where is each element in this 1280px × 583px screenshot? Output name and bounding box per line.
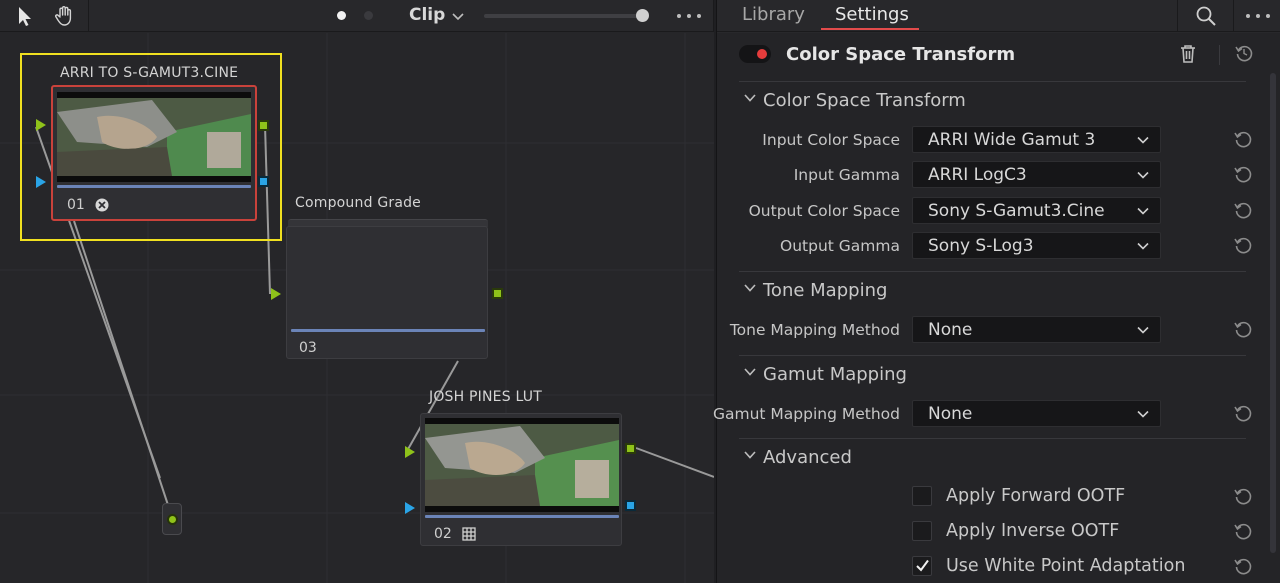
more-icon[interactable]	[674, 8, 704, 24]
output-gamma-dropdown[interactable]: Sony S-Log3	[912, 232, 1161, 259]
apply-inverse-ootf-checkbox[interactable]	[912, 521, 932, 541]
input-color-space-label: Input Color Space	[762, 131, 900, 149]
node-editor[interactable]: Clip ARRI TO S-GAMUT3.CINE 01 Compound G…	[0, 0, 714, 583]
zoom-slider[interactable]	[484, 14, 642, 18]
reset-all-icon[interactable]	[1234, 43, 1254, 63]
reset-icon[interactable]	[1233, 164, 1253, 184]
reset-icon[interactable]	[1233, 129, 1253, 149]
node-number: 02	[434, 526, 452, 542]
chevron-down-icon	[744, 368, 756, 376]
tone-mapping-method-label: Tone Mapping Method	[729, 321, 900, 339]
effect-header: Color Space Transform	[717, 33, 1280, 81]
reset-icon[interactable]	[1233, 235, 1253, 255]
output-color-space-dropdown[interactable]: Sony S-Gamut3.Cine	[912, 197, 1161, 224]
chevron-down-icon	[1137, 136, 1149, 144]
reset-icon[interactable]	[1233, 486, 1253, 506]
zoom-slider-handle[interactable]	[636, 9, 649, 22]
trash-icon[interactable]	[1179, 44, 1197, 64]
panel-tab-bar: Library Settings	[717, 0, 1280, 32]
node-output-port[interactable]	[258, 120, 269, 131]
more-icon[interactable]	[1243, 8, 1273, 24]
node-output-port[interactable]	[625, 443, 636, 454]
input-gamma-dropdown[interactable]: ARRI LogC3	[912, 161, 1161, 188]
pointer-icon[interactable]	[12, 4, 36, 28]
reset-icon[interactable]	[1233, 319, 1253, 339]
settings-scrollbar[interactable]	[1270, 73, 1276, 553]
active-tab-indicator	[821, 28, 919, 30]
node-02[interactable]: 02	[420, 413, 622, 546]
chevron-down-icon	[1137, 242, 1149, 250]
chevron-down-icon	[744, 451, 756, 459]
chevron-down-icon	[1137, 207, 1149, 215]
apply-forward-ootf-label: Apply Forward OOTF	[946, 486, 1126, 506]
chevron-down-icon	[1137, 410, 1149, 418]
page-dot-active[interactable]	[337, 11, 346, 20]
node-number: 01	[67, 197, 85, 213]
node-key-input-port[interactable]	[405, 502, 415, 514]
node-key-output-port[interactable]	[625, 500, 636, 511]
settings-panel: Library Settings Color Space Transform C…	[713, 0, 1280, 583]
node-label: Compound Grade	[295, 195, 421, 211]
section-color-space-transform[interactable]: Color Space Transform	[743, 90, 966, 111]
effect-title: Color Space Transform	[786, 44, 1016, 65]
section-tone-mapping[interactable]: Tone Mapping	[743, 280, 887, 301]
node-01[interactable]: ARRI TO S-GAMUT3.CINE 01	[20, 53, 282, 241]
input-gamma-label: Input Gamma	[793, 166, 900, 184]
chevron-down-icon	[744, 284, 756, 292]
input-color-space-dropdown[interactable]: ARRI Wide Gamut 3	[912, 126, 1161, 153]
reset-icon[interactable]	[1233, 200, 1253, 220]
chevron-down-icon	[744, 94, 756, 102]
reset-icon[interactable]	[1233, 521, 1253, 541]
node-thumbnail	[425, 418, 619, 512]
node-key-input-port[interactable]	[36, 176, 46, 188]
hand-icon[interactable]	[52, 4, 76, 28]
node-label: ARRI TO S-GAMUT3.CINE	[60, 65, 239, 81]
lut-grid-icon	[462, 527, 476, 541]
node-toolbar: Clip	[0, 0, 714, 32]
effect-enable-toggle[interactable]	[739, 45, 771, 63]
settings-body: Color Space Transform Color Space Transf…	[713, 33, 1280, 583]
checkmark-icon	[916, 559, 929, 572]
node-number: 03	[299, 340, 317, 356]
use-white-point-adaptation-checkbox[interactable]	[912, 556, 932, 576]
fx-badge-icon	[95, 198, 109, 212]
section-gamut-mapping[interactable]: Gamut Mapping	[743, 364, 907, 385]
page-dot[interactable]	[364, 11, 373, 20]
clip-mode-label[interactable]: Clip	[409, 5, 445, 25]
node-input-port[interactable]	[36, 119, 46, 131]
node-output-port[interactable]	[492, 288, 503, 299]
gamut-mapping-method-dropdown[interactable]: None	[912, 400, 1161, 427]
node-label: JOSH PINES LUT	[429, 389, 542, 405]
reset-icon[interactable]	[1233, 556, 1253, 576]
tab-settings[interactable]: Settings	[835, 4, 909, 25]
output-gamma-label: Output Gamma	[780, 237, 900, 255]
tone-mapping-method-dropdown[interactable]: None	[912, 316, 1161, 343]
node-thumbnail	[57, 92, 251, 182]
node-03[interactable]: 03	[286, 226, 488, 359]
apply-inverse-ootf-label: Apply Inverse OOTF	[946, 521, 1120, 541]
apply-forward-ootf-checkbox[interactable]	[912, 486, 932, 506]
output-color-space-label: Output Color Space	[748, 202, 900, 220]
output-connector-port[interactable]	[167, 514, 178, 525]
use-white-point-adaptation-label: Use White Point Adaptation	[946, 556, 1186, 576]
node-graph-canvas[interactable]: ARRI TO S-GAMUT3.CINE 01 Compound Grade …	[0, 33, 714, 583]
node-key-output-port[interactable]	[258, 176, 269, 187]
reset-icon[interactable]	[1233, 403, 1253, 423]
search-icon[interactable]	[1195, 5, 1217, 27]
node-input-port[interactable]	[405, 446, 415, 458]
chevron-down-icon	[1137, 171, 1149, 179]
gamut-mapping-method-label: Gamut Mapping Method	[712, 405, 900, 423]
node-body[interactable]: 01	[51, 85, 257, 221]
output-connector[interactable]	[162, 503, 182, 535]
section-advanced[interactable]: Advanced	[743, 447, 852, 468]
chevron-down-icon[interactable]	[450, 8, 466, 24]
node-input-port[interactable]	[271, 288, 281, 300]
tab-library[interactable]: Library	[742, 4, 805, 25]
chevron-down-icon	[1137, 326, 1149, 334]
